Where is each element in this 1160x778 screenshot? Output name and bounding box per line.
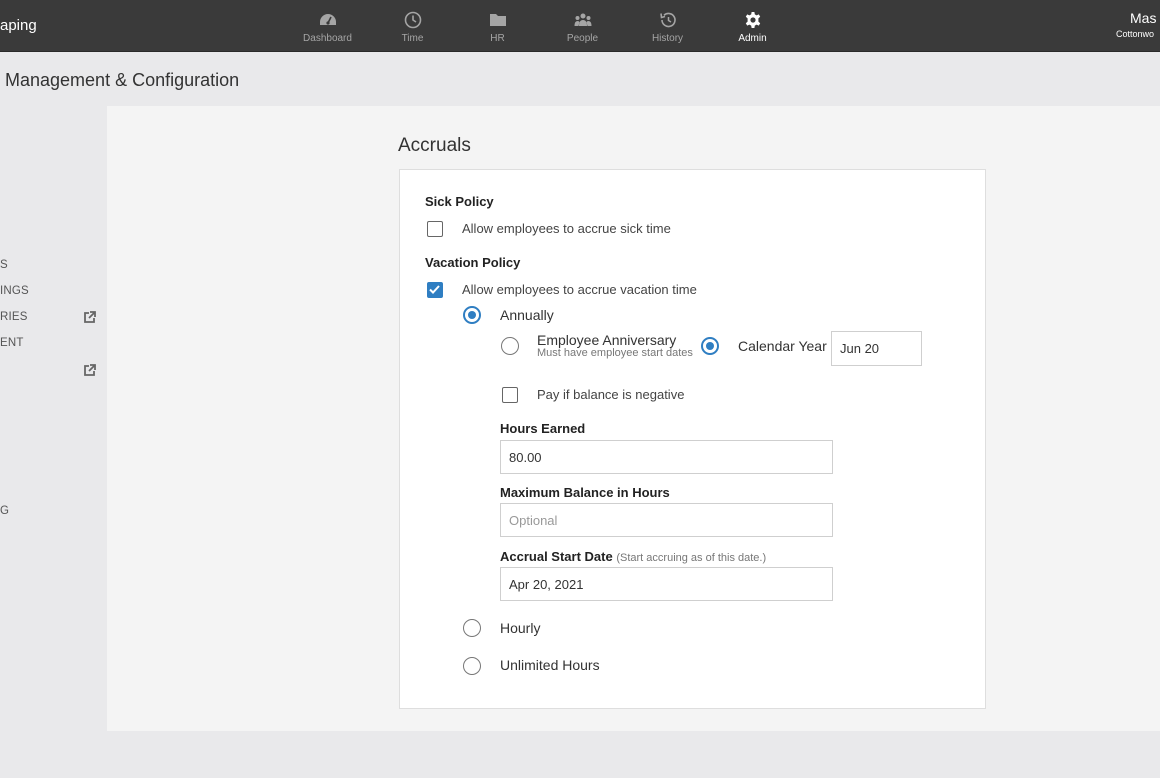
history-icon xyxy=(659,12,676,28)
user-name: Mas xyxy=(1130,10,1157,26)
sidebar-item-categories[interactable]: RIES xyxy=(0,311,28,323)
employee-anniversary-label[interactable]: Employee Anniversary xyxy=(537,332,676,348)
sick-time-label[interactable]: Allow employees to accrue sick time xyxy=(462,221,671,236)
external-link-icon[interactable] xyxy=(83,364,96,377)
external-link-icon[interactable] xyxy=(83,311,96,324)
unlimited-hours-radio[interactable] xyxy=(463,657,481,675)
nav-label: Dashboard xyxy=(303,33,352,44)
folder-icon xyxy=(489,14,506,26)
clock-icon xyxy=(404,11,421,29)
accruals-card xyxy=(399,169,986,709)
dashboard-icon xyxy=(319,14,336,25)
accrual-start-date-title: Accrual Start Date xyxy=(500,549,613,564)
nav-dashboard[interactable]: Dashboard xyxy=(285,0,370,52)
vacation-time-checkbox[interactable] xyxy=(427,282,443,298)
unlimited-hours-label[interactable]: Unlimited Hours xyxy=(500,657,600,673)
people-icon xyxy=(574,13,591,26)
vacation-policy-heading: Vacation Policy xyxy=(425,255,521,270)
accrual-start-date-hint: (Start accruing as of this date.) xyxy=(616,552,767,564)
accrual-start-date-label: Accrual Start Date (Start accruing as of… xyxy=(500,549,766,564)
sick-time-checkbox[interactable] xyxy=(427,221,443,237)
employee-anniversary-hint: Must have employee start dates xyxy=(537,347,693,359)
sick-policy-heading: Sick Policy xyxy=(425,194,494,209)
top-navigation-bar: aping Dashboard Time HR People History A… xyxy=(0,0,1160,52)
sidebar-item-6[interactable]: G xyxy=(0,505,9,517)
nav-admin[interactable]: Admin xyxy=(710,0,795,52)
section-title: Accruals xyxy=(398,135,471,156)
pay-negative-checkbox[interactable] xyxy=(502,387,518,403)
hourly-radio[interactable] xyxy=(463,619,481,637)
accrual-start-date-input[interactable]: Apr 20, 2021 xyxy=(500,567,833,601)
brand-name[interactable]: aping xyxy=(0,17,37,34)
nav-time[interactable]: Time xyxy=(370,0,455,52)
page-title: Management & Configuration xyxy=(5,70,240,90)
hours-earned-label: Hours Earned xyxy=(500,421,586,436)
nav-label: Time xyxy=(401,33,424,44)
annually-label[interactable]: Annually xyxy=(500,307,554,323)
main-nav: Dashboard Time HR People History Admin xyxy=(285,0,795,52)
user-menu[interactable]: Mas Cottonwo xyxy=(1115,10,1160,39)
sidebar-item-settings[interactable]: INGS xyxy=(0,285,29,297)
nav-label: HR xyxy=(490,33,505,44)
hourly-label[interactable]: Hourly xyxy=(500,620,540,636)
nav-label: History xyxy=(651,33,684,44)
nav-people[interactable]: People xyxy=(540,0,625,52)
hours-earned-input[interactable]: 80.00 xyxy=(500,440,833,474)
nav-label: People xyxy=(566,33,599,44)
nav-hr[interactable]: HR xyxy=(455,0,540,52)
max-balance-label: Maximum Balance in Hours xyxy=(500,485,670,500)
sidebar-item-1[interactable]: S xyxy=(0,259,8,271)
nav-label: Admin xyxy=(738,33,767,44)
nav-history[interactable]: History xyxy=(625,0,710,52)
calendar-year-radio[interactable] xyxy=(701,337,719,355)
checkmark-icon xyxy=(429,285,440,294)
vacation-time-label[interactable]: Allow employees to accrue vacation time xyxy=(462,282,697,297)
pay-negative-label[interactable]: Pay if balance is negative xyxy=(537,387,684,402)
calendar-year-date-input[interactable]: Jun 20 xyxy=(831,331,922,366)
sidebar-item-management[interactable]: ENT xyxy=(0,337,24,349)
user-organization: Cottonwo xyxy=(1116,29,1155,39)
annually-radio[interactable] xyxy=(463,306,481,324)
max-balance-input[interactable]: Optional xyxy=(500,503,833,537)
calendar-year-label[interactable]: Calendar Year xyxy=(738,338,827,354)
employee-anniversary-radio[interactable] xyxy=(501,337,519,355)
gear-icon xyxy=(745,12,760,28)
